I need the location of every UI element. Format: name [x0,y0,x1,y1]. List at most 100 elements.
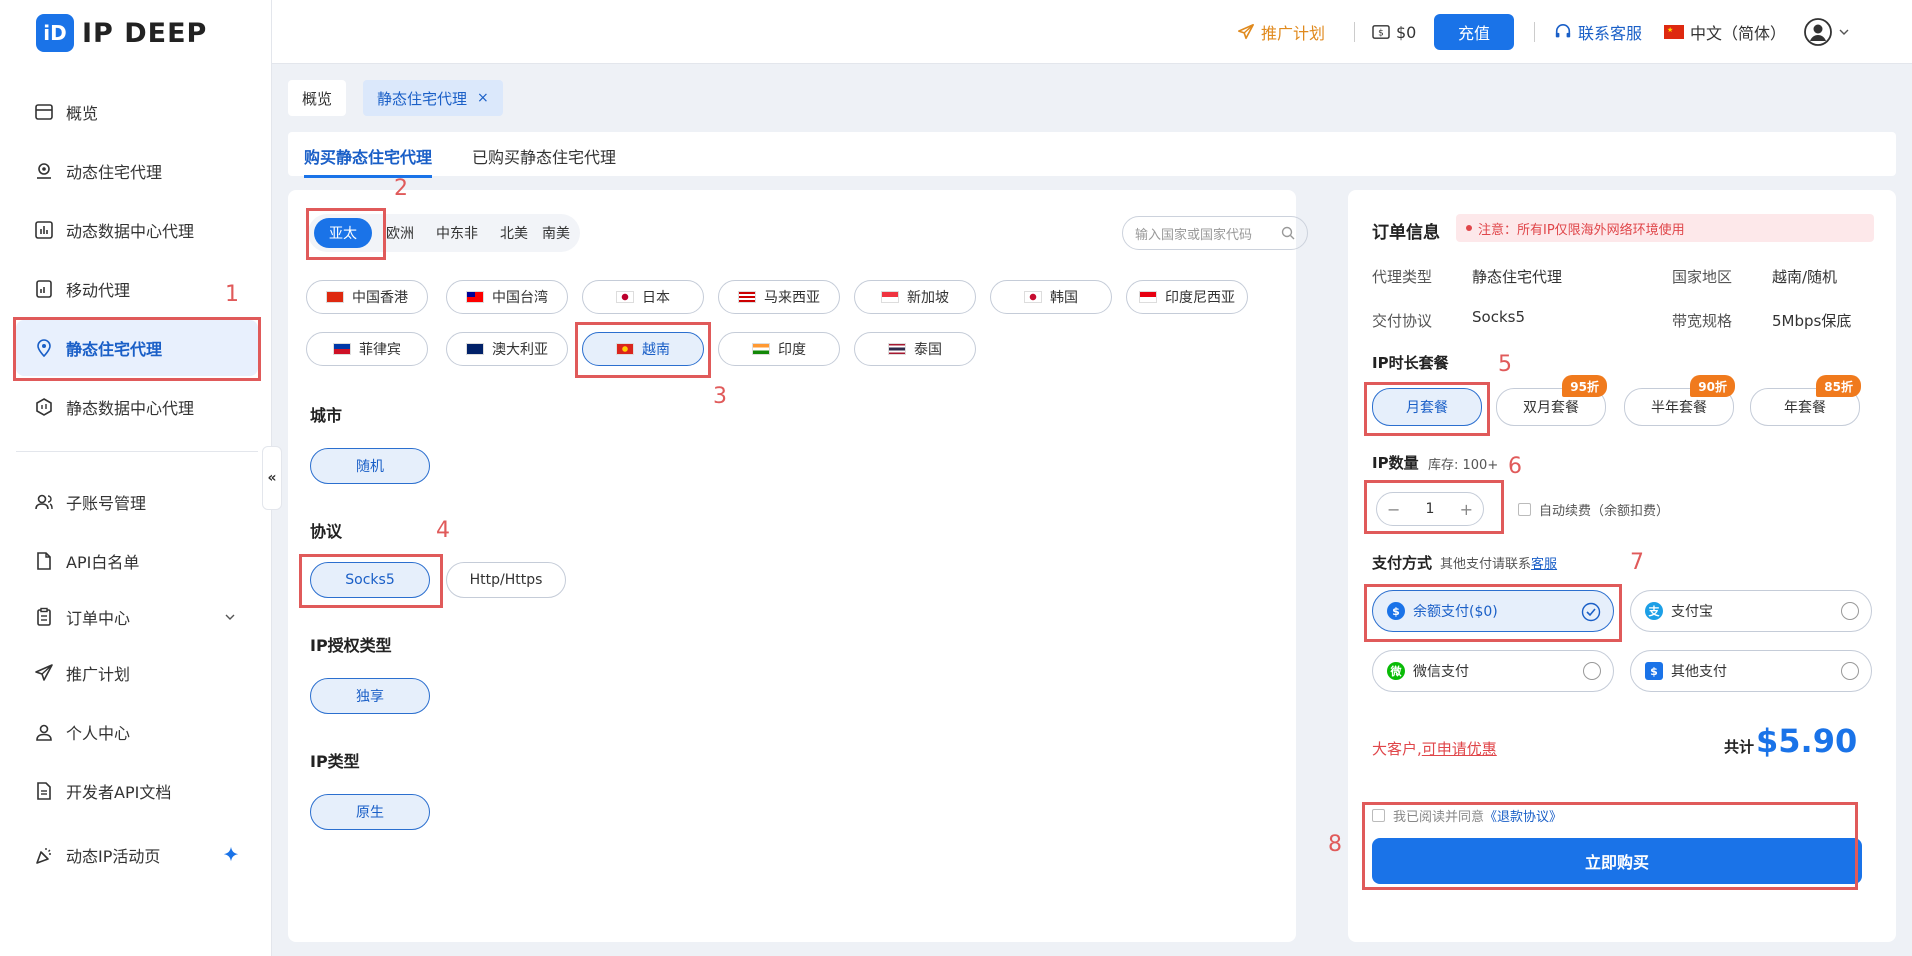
country-search-input[interactable]: 输入国家或国家代码 [1122,216,1308,250]
pay-hint-service-link[interactable]: 客服 [1531,553,1557,572]
country-th[interactable]: 泰国 [854,332,976,366]
auto-renew-checkbox[interactable]: 自动续费（余额扣费） [1518,500,1669,519]
file-icon [37,782,51,800]
country-hk[interactable]: 中国香港 [306,280,428,314]
sidebar-item-overview[interactable]: 概览 [16,84,258,140]
country-sg[interactable]: 新加坡 [854,280,976,314]
user-avatar-menu[interactable] [1804,0,1850,64]
location-icon [37,163,51,179]
pay-other-option[interactable]: $ 其他支付 [1630,650,1872,692]
ph-flag-icon [333,343,351,355]
tab-static-residential[interactable]: 静态住宅代理 × [363,80,503,116]
bandwidth-key: 带宽规格 [1672,312,1733,330]
my-flag-icon [738,291,756,303]
country-jp[interactable]: 日本 [582,280,704,314]
sidebar-item-label: 动态住宅代理 [66,163,163,182]
notice-banner: 注意：所有IP仅限海外网络环境使用 [1456,214,1874,242]
chart-icon [35,221,53,239]
pay-option-label: 支付宝 [1671,604,1713,620]
annotation-number: 2 [394,176,408,201]
pay-wechat-option[interactable]: 微 微信支付 [1372,650,1614,692]
alipay-icon: 支 [1645,602,1663,620]
sidebar-item-static-datacenter[interactable]: 静态数据中心代理 [16,379,258,435]
promo-link[interactable]: 推广计划 [1237,0,1325,64]
svg-text:$: $ [1378,29,1384,39]
tab-close-icon[interactable]: × [477,90,489,106]
subtab-bought[interactable]: 已购买静态住宅代理 [472,144,616,168]
region-north-america[interactable]: 北美 [492,218,536,248]
sidebar-item-dynamic-residential[interactable]: 动态住宅代理 [16,143,258,199]
country-au[interactable]: 澳大利亚 [446,332,568,366]
party-icon [36,848,51,864]
sidebar-item-subaccounts[interactable]: 子账号管理 [16,474,258,530]
annotation-box [1364,382,1490,436]
pay-hint: 其他支付请联系 [1440,557,1532,572]
country-tw[interactable]: 中国台湾 [446,280,568,314]
pay-label: 支付方式 [1372,554,1433,572]
annotation-box [306,208,386,260]
language-selector[interactable]: ★ 中文（简体） [1664,0,1786,64]
brand-logo[interactable]: iD IP DEEP [36,14,207,52]
sidebar-item-label: 移动代理 [66,281,131,300]
pay-alipay-option[interactable]: 支 支付宝 [1630,590,1872,632]
vip-discount-link[interactable]: 可申请优惠 [1422,740,1497,758]
balance-display: $ $0 [1372,0,1416,64]
plan-yearly[interactable]: 年套餐 85折 [1750,375,1861,426]
chevron-down-icon [1839,29,1849,35]
discount-badge: 85折 [1816,375,1861,397]
logo-mark: iD [36,14,74,52]
ip-type-native-option[interactable]: 原生 [310,794,430,830]
sidebar-collapse-button[interactable]: « [262,446,282,510]
topbar: 推广计划 $ $0 充值 联系客服 ★ 中文（简体） [272,0,1912,64]
city-random-option[interactable]: 随机 [310,448,430,484]
country-kr[interactable]: 韩国 [990,280,1112,314]
stock-text: 库存: 100+ [1428,458,1499,473]
sidebar-item-dynamic-ip-event[interactable]: 动态IP活动页 [16,827,258,883]
proxy-type-key: 代理类型 [1372,268,1433,286]
chevron-down-icon [225,614,235,620]
country-my[interactable]: 马来西亚 [718,280,840,314]
sidebar-item-label: 动态IP活动页 [66,847,161,866]
sidebar-item-label: 订单中心 [66,609,131,628]
region-south-america[interactable]: 南美 [534,218,578,248]
sidebar-item-profile[interactable]: 个人中心 [16,704,258,760]
annotation-number: 3 [713,384,727,409]
protocol-http-option[interactable]: Http/Https [446,562,566,598]
sidebar-item-api-whitelist[interactable]: API白名单 [16,533,258,589]
promo-label: 推广计划 [1261,24,1326,43]
plan-bimonthly[interactable]: 双月套餐 95折 [1496,375,1607,426]
auth-exclusive-option[interactable]: 独享 [310,678,430,714]
annotation-box [575,322,711,378]
protocol-value: Socks5 [1472,308,1525,326]
topbar-divider [1354,22,1355,42]
region-mea[interactable]: 中东非 [428,218,486,248]
sidebar-item-dynamic-datacenter[interactable]: 动态数据中心代理 [16,202,258,258]
annotation-number: 8 [1328,832,1342,857]
sg-flag-icon [881,291,899,303]
notice-text: 注意：所有IP仅限海外网络环境使用 [1478,222,1685,238]
country-id[interactable]: 印度尼西亚 [1126,280,1248,314]
subtab-buy[interactable]: 购买静态住宅代理 [304,144,433,178]
country-ph[interactable]: 菲律宾 [306,332,428,366]
sidebar-item-affiliate[interactable]: 推广计划 [16,645,258,701]
annotation-box [1364,584,1622,642]
headset-icon [1555,23,1571,38]
plan-half-year[interactable]: 半年套餐 90折 [1624,375,1735,426]
ip-type-label: IP类型 [310,752,360,771]
total-value: $5.90 [1756,722,1858,760]
customer-service-link[interactable]: 联系客服 [1554,0,1642,64]
country-label: 中国台湾 [492,290,548,306]
country-label: 日本 [642,290,670,306]
au-flag-icon [466,343,484,355]
sidebar-item-api-docs[interactable]: 开发者API文档 [16,763,258,819]
radio-icon [1841,662,1859,680]
recharge-button[interactable]: 充值 [1434,14,1514,50]
dashboard-icon [35,104,53,120]
country-in[interactable]: 印度 [718,332,840,366]
discount-badge: 90折 [1690,375,1735,397]
annotation-box [13,317,261,381]
sidebar-item-mobile[interactable]: 移动代理 [16,261,258,317]
plan-label-text: 半年套餐 [1651,400,1707,416]
tab-overview[interactable]: 概览 [288,80,347,116]
sidebar-item-orders[interactable]: 订单中心 [16,589,258,645]
